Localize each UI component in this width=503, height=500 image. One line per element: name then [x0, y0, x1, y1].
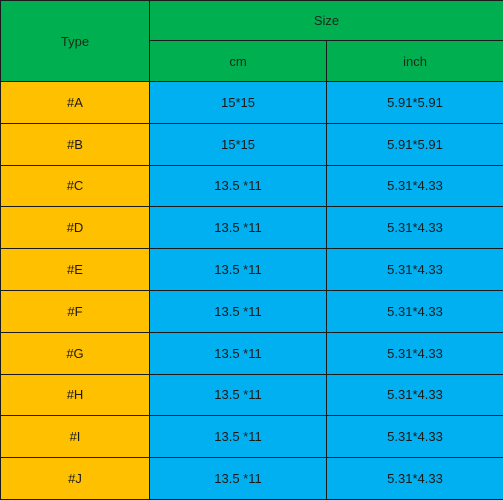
inch-cell: 5.31*4.33	[325, 331, 503, 375]
table-row: #H 13.5 *11 5.31*4.33	[0, 373, 503, 417]
inch-cell: 5.31*4.33	[325, 373, 503, 417]
table-row: #J 13.5 *11 5.31*4.33	[0, 457, 503, 500]
inch-cell: 5.31*4.33	[325, 206, 503, 250]
table-row: #D 13.5 *11 5.31*4.33	[0, 206, 503, 250]
type-cell: #B	[0, 122, 150, 166]
header-row-1: Type Size	[0, 0, 503, 82]
table-row: #F 13.5 *11 5.31*4.33	[0, 289, 503, 333]
table-row: #B 15*15 5.91*5.91	[0, 122, 503, 166]
type-cell: #C	[0, 164, 150, 208]
inch-cell: 5.31*4.33	[325, 164, 503, 208]
table-row: #C 13.5 *11 5.31*4.33	[0, 164, 503, 208]
cm-cell: 13.5 *11	[149, 457, 327, 500]
header-cm: cm	[149, 40, 327, 82]
inch-cell: 5.31*4.33	[325, 415, 503, 459]
inch-cell: 5.91*5.91	[325, 81, 503, 124]
inch-cell: 5.31*4.33	[325, 457, 503, 500]
table-row: #A 15*15 5.91*5.91	[0, 81, 503, 124]
cm-cell: 13.5 *11	[149, 331, 327, 375]
table-row: #E 13.5 *11 5.31*4.33	[0, 248, 503, 291]
cm-cell: 15*15	[149, 81, 327, 124]
table-body: #A 15*15 5.91*5.91 #B 15*15 5.91*5.91 #C 13.5 *…	[0, 81, 503, 500]
type-cell: #J	[0, 457, 150, 500]
inch-cell: 5.31*4.33	[325, 289, 503, 333]
inch-cell: 5.91*5.91	[325, 122, 503, 166]
inch-cell: 5.31*4.33	[325, 248, 503, 291]
cm-cell: 13.5 *11	[149, 164, 327, 208]
cm-cell: 13.5 *11	[149, 373, 327, 417]
header-size: Size	[148, 0, 503, 41]
size-table: Type Size cm inch #A 15*15 5.91*5.91 #B 15*1…	[0, 0, 503, 500]
cm-cell: 13.5 *11	[149, 289, 327, 333]
type-cell: #F	[0, 289, 150, 333]
type-cell: #E	[0, 248, 150, 291]
cm-cell: 13.5 *11	[149, 206, 327, 250]
cm-cell: 13.5 *11	[149, 415, 327, 459]
cm-cell: 13.5 *11	[149, 248, 327, 291]
cm-cell: 15*15	[149, 122, 327, 166]
type-cell: #I	[0, 415, 150, 459]
table-row: #G 13.5 *11 5.31*4.33	[0, 331, 503, 375]
header-type: Type	[0, 0, 150, 82]
type-cell: #A	[0, 81, 150, 124]
type-cell: #D	[0, 206, 150, 250]
type-cell: #H	[0, 373, 150, 417]
table-row: #I 13.5 *11 5.31*4.33	[0, 415, 503, 459]
header-inch: inch	[325, 40, 503, 82]
type-cell: #G	[0, 331, 150, 375]
